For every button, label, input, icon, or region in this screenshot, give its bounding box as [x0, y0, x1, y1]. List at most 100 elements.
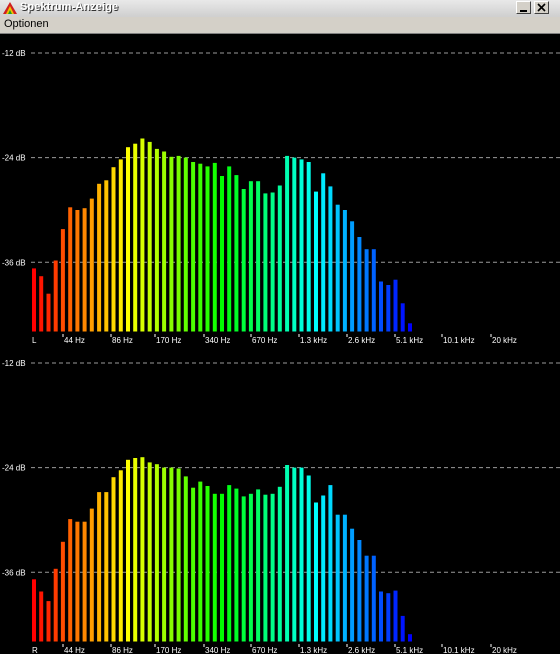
freq-tick-label: 670 Hz: [252, 336, 277, 344]
spectrum-bar: [357, 237, 362, 332]
spectrum-bar: [46, 601, 51, 642]
spectrum-bar: [393, 590, 398, 642]
spectrum-bar: [60, 229, 65, 332]
spectrum-bar: [234, 488, 239, 642]
spectrum-bar: [299, 159, 304, 332]
minimize-icon: [520, 10, 527, 12]
spectrum-bar: [68, 207, 73, 332]
menu-bar: Optionen: [0, 17, 560, 34]
freq-tick-label: 5.1 kHz: [396, 336, 423, 344]
freq-tick-label: 2.6 kHz: [348, 646, 375, 654]
spectrum-bar: [299, 467, 304, 642]
spectrum-bar: [39, 276, 44, 332]
spectrum-bar: [263, 494, 268, 642]
spectrum-bar: [227, 166, 232, 332]
spectrum-bar: [111, 167, 116, 332]
spectrum-bar: [205, 486, 210, 642]
spectrum-bar: [335, 204, 340, 332]
spectrum-bar: [393, 279, 398, 332]
minimize-button[interactable]: [516, 1, 531, 14]
freq-tick-label: 44 Hz: [64, 336, 85, 344]
spectrum-bar: [89, 508, 94, 642]
freq-tick-label: 20 kHz: [492, 336, 517, 344]
db-tick-label: -24 dB: [2, 464, 26, 473]
spectrum-bar: [379, 591, 383, 642]
spectrum-bar: [364, 249, 369, 332]
spectrum-bar: [82, 208, 87, 332]
spectrum-bar: [60, 541, 65, 642]
spectrum-bar: [32, 268, 36, 332]
db-tick-label: -24 dB: [2, 154, 26, 163]
freq-tick-label: 340 Hz: [205, 336, 230, 344]
freq-tick-label: 20 kHz: [492, 646, 517, 654]
spectrum-bar: [400, 303, 405, 332]
spectrum-bar: [176, 155, 181, 332]
spectrum-bar: [256, 181, 261, 332]
spectrum-bar: [241, 189, 246, 332]
spectrum-bar: [371, 555, 376, 642]
spectrum-bar: [147, 141, 152, 332]
spectrum-panel-left: -12 dB -24 dB -36 dB L 44 Hz 86 Hz 170 Hz 340 H…: [0, 34, 560, 344]
spectrum-bar: [321, 173, 326, 332]
freq-tick-label: 44 Hz: [64, 646, 85, 654]
freq-tick-label: 86 Hz: [112, 646, 133, 654]
spectrum-bar: [118, 159, 123, 332]
spectrum-bar: [126, 147, 130, 332]
menu-item-optionen[interactable]: Optionen: [4, 18, 49, 30]
spectrum-bar: [248, 181, 253, 332]
spectrum-chart-right: -12 dB -24 dB -36 dB R 44 Hz 86 Hz 170 Hz 340 H…: [0, 359, 560, 654]
spectrum-bar: [104, 180, 109, 332]
freq-tick-label: 670 Hz: [252, 646, 277, 654]
spectrum-bar: [75, 521, 80, 642]
spectrum-bar: [350, 221, 355, 332]
spectrum-bar: [97, 183, 102, 332]
spectrum-bar: [75, 210, 80, 332]
spectrum-bar: [314, 502, 318, 642]
spectrum-bar: [227, 485, 232, 642]
spectrum-bar: [328, 186, 333, 332]
spectrum-bar: [371, 249, 376, 332]
spectrum-bar: [53, 260, 58, 332]
spectrum-bar: [198, 481, 203, 642]
spectrum-bar: [270, 192, 275, 332]
spectrum-bar: [32, 579, 36, 642]
spectrum-bar: [248, 493, 253, 642]
spectrum-bar: [379, 281, 383, 332]
spectrum-bar: [133, 458, 138, 642]
spectrum-bar: [140, 138, 145, 332]
spectrum-bar: [350, 528, 355, 642]
spectrum-bar: [241, 496, 246, 642]
spectrum-bar: [140, 457, 145, 642]
spectrum-bar: [169, 467, 174, 642]
db-tick-label: -12 dB: [2, 359, 26, 368]
spectrum-bar: [285, 465, 290, 642]
spectrum-bar: [234, 175, 239, 332]
spectrum-bar: [342, 514, 347, 642]
spectrum-bar: [408, 634, 412, 642]
freq-tick-label: 10.1 kHz: [443, 336, 475, 344]
channel-label: R: [32, 646, 38, 654]
title-bar[interactable]: Spektrum-Anzeige: [0, 0, 560, 18]
spectrum-bar: [212, 162, 217, 332]
spectrum-bar: [335, 514, 340, 642]
spectrum-bar: [191, 162, 196, 332]
app-icon: [3, 2, 17, 14]
spectrum-bar: [89, 198, 94, 332]
spectrum-bar: [220, 176, 224, 332]
freq-tick-label: 5.1 kHz: [396, 646, 423, 654]
close-button[interactable]: [534, 1, 549, 14]
spectrum-bar: [104, 492, 109, 642]
spectrum-bar: [162, 151, 167, 332]
spectrum-bar: [321, 495, 326, 642]
spectrum-bar: [306, 162, 311, 332]
spectrum-bar: [408, 323, 412, 332]
spectrum-chart-left: -12 dB -24 dB -36 dB L 44 Hz 86 Hz 170 Hz 340 H…: [0, 49, 560, 344]
freq-tick-label: 10.1 kHz: [443, 646, 475, 654]
spectrum-bar: [154, 148, 159, 332]
spectrum-bar: [68, 519, 73, 642]
db-tick-label: -12 dB: [2, 49, 26, 58]
spectrum-bar: [277, 486, 282, 642]
close-icon: [537, 3, 546, 12]
spectrum-bar: [147, 462, 152, 642]
spectrum-bar: [277, 185, 282, 332]
